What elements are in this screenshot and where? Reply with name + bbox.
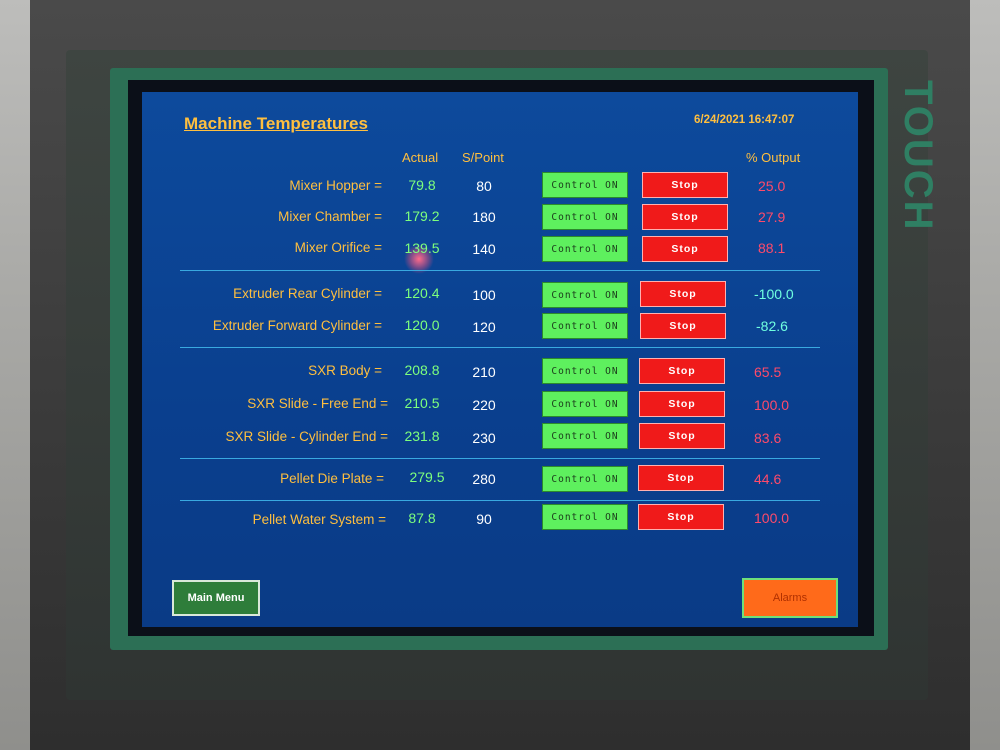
header-setpoint: S/Point: [462, 150, 504, 165]
actual-value: 139.5: [404, 240, 440, 256]
control-on-button[interactable]: Control ON: [542, 236, 628, 262]
output-value: 27.9: [758, 209, 786, 225]
stop-button[interactable]: Stop: [639, 358, 725, 384]
output-value: 100.0: [754, 510, 790, 526]
setpoint-value: 100: [472, 287, 496, 303]
main-menu-button[interactable]: Main Menu: [172, 580, 260, 616]
actual-value: 279.5: [409, 469, 445, 485]
setpoint-value: 180: [472, 209, 496, 225]
control-on-button[interactable]: Control ON: [542, 313, 628, 339]
row-label: Mixer Orifice =: [294, 240, 382, 255]
stop-button[interactable]: Stop: [638, 504, 724, 530]
page-title: Machine Temperatures: [184, 114, 368, 133]
output-value: 100.0: [754, 397, 790, 413]
setpoint-value: 90: [476, 511, 492, 527]
setpoint-value: 120: [472, 319, 496, 335]
control-on-button[interactable]: Control ON: [542, 504, 628, 530]
section-divider: [180, 500, 820, 501]
actual-value: 87.8: [408, 510, 436, 526]
hmi-screen: Machine Temperatures 6/24/2021 16:47:07 …: [142, 92, 858, 627]
stop-button[interactable]: Stop: [639, 423, 725, 449]
control-on-button[interactable]: Control ON: [542, 391, 628, 417]
alarms-button[interactable]: Alarms: [742, 578, 838, 618]
setpoint-value: 80: [476, 178, 492, 194]
row-label: SXR Slide - Free End =: [247, 396, 388, 411]
control-on-button[interactable]: Control ON: [542, 466, 628, 492]
actual-value: 210.5: [404, 395, 440, 411]
actual-value: 79.8: [408, 177, 436, 193]
setpoint-value: 230: [472, 430, 496, 446]
section-divider: [180, 270, 820, 271]
output-value: 83.6: [754, 430, 782, 446]
brand-logo: TOUCH: [896, 80, 940, 232]
section-divider: [180, 347, 820, 348]
actual-value: 120.0: [404, 317, 440, 333]
header-output: % Output: [746, 150, 801, 165]
row-label: Pellet Water System =: [252, 512, 386, 527]
output-value: 44.6: [754, 471, 782, 487]
row-label: Extruder Forward Cylinder =: [212, 318, 382, 333]
setpoint-value: 280: [472, 471, 496, 487]
header-actual: Actual: [402, 150, 439, 165]
control-on-button[interactable]: Control ON: [542, 172, 628, 198]
actual-value: 208.8: [404, 362, 440, 378]
setpoint-value: 140: [472, 241, 496, 257]
control-on-button[interactable]: Control ON: [542, 282, 628, 308]
stop-button[interactable]: Stop: [642, 172, 728, 198]
actual-value: 179.2: [404, 208, 440, 224]
row-label: Pellet Die Plate =: [280, 471, 384, 486]
output-value: -100.0: [754, 286, 794, 302]
stop-button[interactable]: Stop: [642, 236, 728, 262]
row-label: SXR Slide - Cylinder End =: [225, 429, 388, 444]
stop-button[interactable]: Stop: [639, 391, 725, 417]
row-label: SXR Body =: [308, 363, 382, 378]
stop-button[interactable]: Stop: [640, 313, 726, 339]
output-value: 88.1: [758, 240, 786, 256]
row-label: Mixer Hopper =: [289, 178, 382, 193]
row-label: Mixer Chamber =: [278, 209, 382, 224]
stop-button[interactable]: Stop: [642, 204, 728, 230]
stop-button[interactable]: Stop: [638, 465, 724, 491]
setpoint-value: 220: [472, 397, 496, 413]
control-on-button[interactable]: Control ON: [542, 423, 628, 449]
stop-button[interactable]: Stop: [640, 281, 726, 307]
setpoint-value: 210: [472, 364, 496, 380]
row-label: Extruder Rear Cylinder =: [233, 286, 382, 301]
output-value: 65.5: [754, 364, 782, 380]
actual-value: 120.4: [404, 285, 440, 301]
output-value: 25.0: [758, 178, 786, 194]
output-value: -82.6: [756, 318, 788, 334]
control-on-button[interactable]: Control ON: [542, 358, 628, 384]
control-on-button[interactable]: Control ON: [542, 204, 628, 230]
actual-value: 231.8: [404, 428, 440, 444]
datetime-display: 6/24/2021 16:47:07: [694, 114, 795, 126]
section-divider: [180, 458, 820, 459]
